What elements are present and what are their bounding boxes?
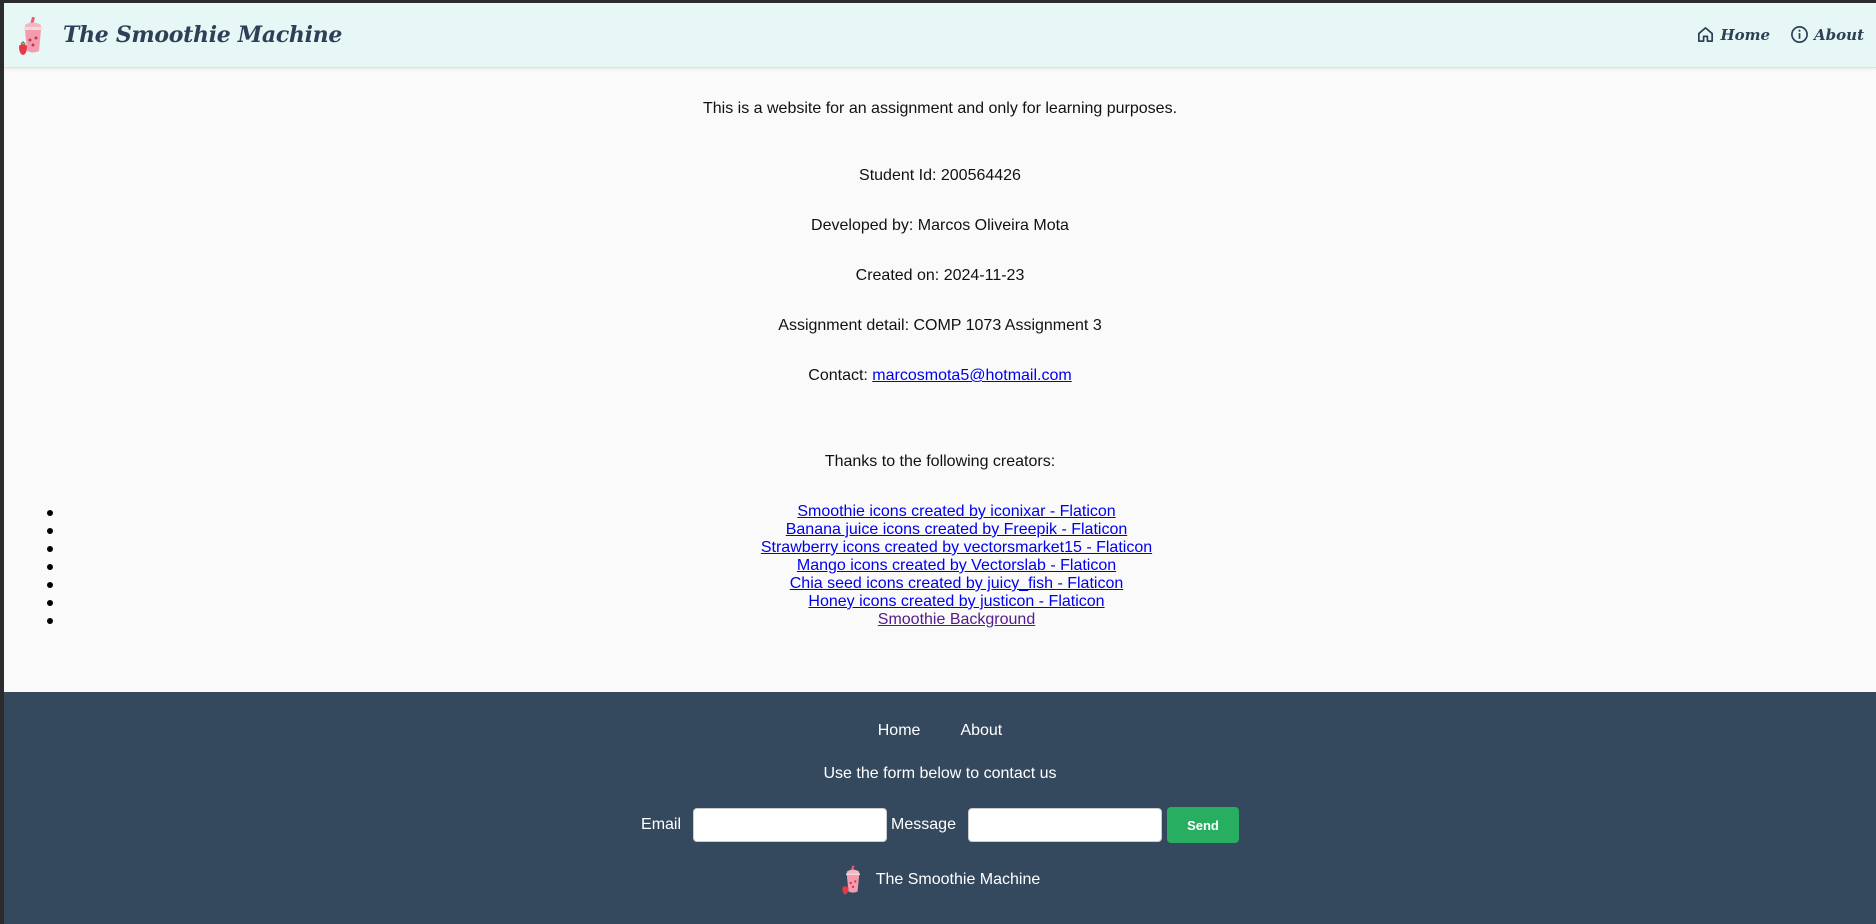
- footer-nav: Home About: [4, 722, 1876, 740]
- footer-brand-name: The Smoothie Machine: [875, 871, 1041, 888]
- message-field[interactable]: [967, 808, 1162, 842]
- site-footer: Home About Use the form below to contact …: [4, 692, 1876, 924]
- nav-home-link[interactable]: Home: [1696, 25, 1770, 44]
- smoothie-logo-icon[interactable]: [16, 16, 50, 56]
- credit-link-strawberry[interactable]: Strawberry icons created by vectorsmarke…: [761, 539, 1152, 556]
- student-id-text: Student Id: 200564426: [859, 167, 1021, 184]
- list-item: Banana juice icons created by Freepik - …: [4, 521, 1876, 539]
- credit-link-background[interactable]: Smoothie Background: [878, 611, 1035, 628]
- site-header: The Smoothie Machine Home About: [4, 3, 1876, 68]
- contact-line: Contact: marcosmota5@hotmail.com: [4, 367, 1876, 385]
- send-button[interactable]: Send: [1166, 807, 1239, 843]
- email-label: Email: [641, 816, 682, 833]
- contact-label: Contact:: [808, 367, 873, 384]
- message-label: Message: [891, 816, 956, 833]
- credit-link-smoothie[interactable]: Smoothie icons created by iconixar - Fla…: [797, 503, 1115, 520]
- nav-about-link[interactable]: About: [1790, 25, 1864, 44]
- contact-form: Email Message Send: [4, 807, 1876, 843]
- list-item: Honey icons created by justicon - Flatic…: [4, 593, 1876, 611]
- credit-link-chia-seed[interactable]: Chia seed icons created by juicy_fish - …: [790, 575, 1124, 592]
- credits-list: Smoothie icons created by iconixar - Fla…: [4, 503, 1876, 629]
- header-nav: Home About: [1696, 25, 1864, 44]
- nav-about-label: About: [1814, 25, 1864, 44]
- credit-link-honey[interactable]: Honey icons created by justicon - Flatic…: [808, 593, 1104, 610]
- footer-brand: The Smoothie Machine: [4, 862, 1876, 898]
- home-icon: [1698, 26, 1714, 43]
- footer-about-link[interactable]: About: [960, 722, 1002, 739]
- list-item: Smoothie Background: [4, 611, 1876, 629]
- contact-form-caption: Use the form below to contact us: [823, 765, 1057, 782]
- nav-home-label: Home: [1720, 25, 1771, 44]
- about-content: This is a website for an assignment and …: [4, 67, 1876, 692]
- list-item: Strawberry icons created by vectorsmarke…: [4, 539, 1876, 557]
- smoothie-logo-icon: [842, 865, 860, 895]
- footer-home-link[interactable]: Home: [878, 722, 921, 739]
- disclaimer-text: This is a website for an assignment and …: [702, 100, 1178, 117]
- email-field[interactable]: [693, 808, 888, 842]
- developer-text: Developed by: Marcos Oliveira Mota: [811, 217, 1069, 234]
- site-brand-title[interactable]: The Smoothie Machine: [63, 22, 342, 48]
- list-item: Chia seed icons created by juicy_fish - …: [4, 575, 1876, 593]
- info-icon: [1791, 26, 1808, 43]
- created-on-text: Created on: 2024-11-23: [855, 267, 1025, 284]
- thanks-heading: Thanks to the following creators:: [824, 453, 1056, 470]
- browser-viewport: The Smoothie Machine Home About This is …: [4, 3, 1876, 924]
- assignment-detail-text: Assignment detail: COMP 1073 Assignment …: [778, 317, 1102, 334]
- contact-email-link[interactable]: marcosmota5@hotmail.com: [872, 367, 1071, 384]
- list-item: Smoothie icons created by iconixar - Fla…: [4, 503, 1876, 521]
- credit-link-banana-juice[interactable]: Banana juice icons created by Freepik - …: [786, 521, 1128, 538]
- credit-link-mango[interactable]: Mango icons created by Vectorslab - Flat…: [797, 557, 1116, 574]
- list-item: Mango icons created by Vectorslab - Flat…: [4, 557, 1876, 575]
